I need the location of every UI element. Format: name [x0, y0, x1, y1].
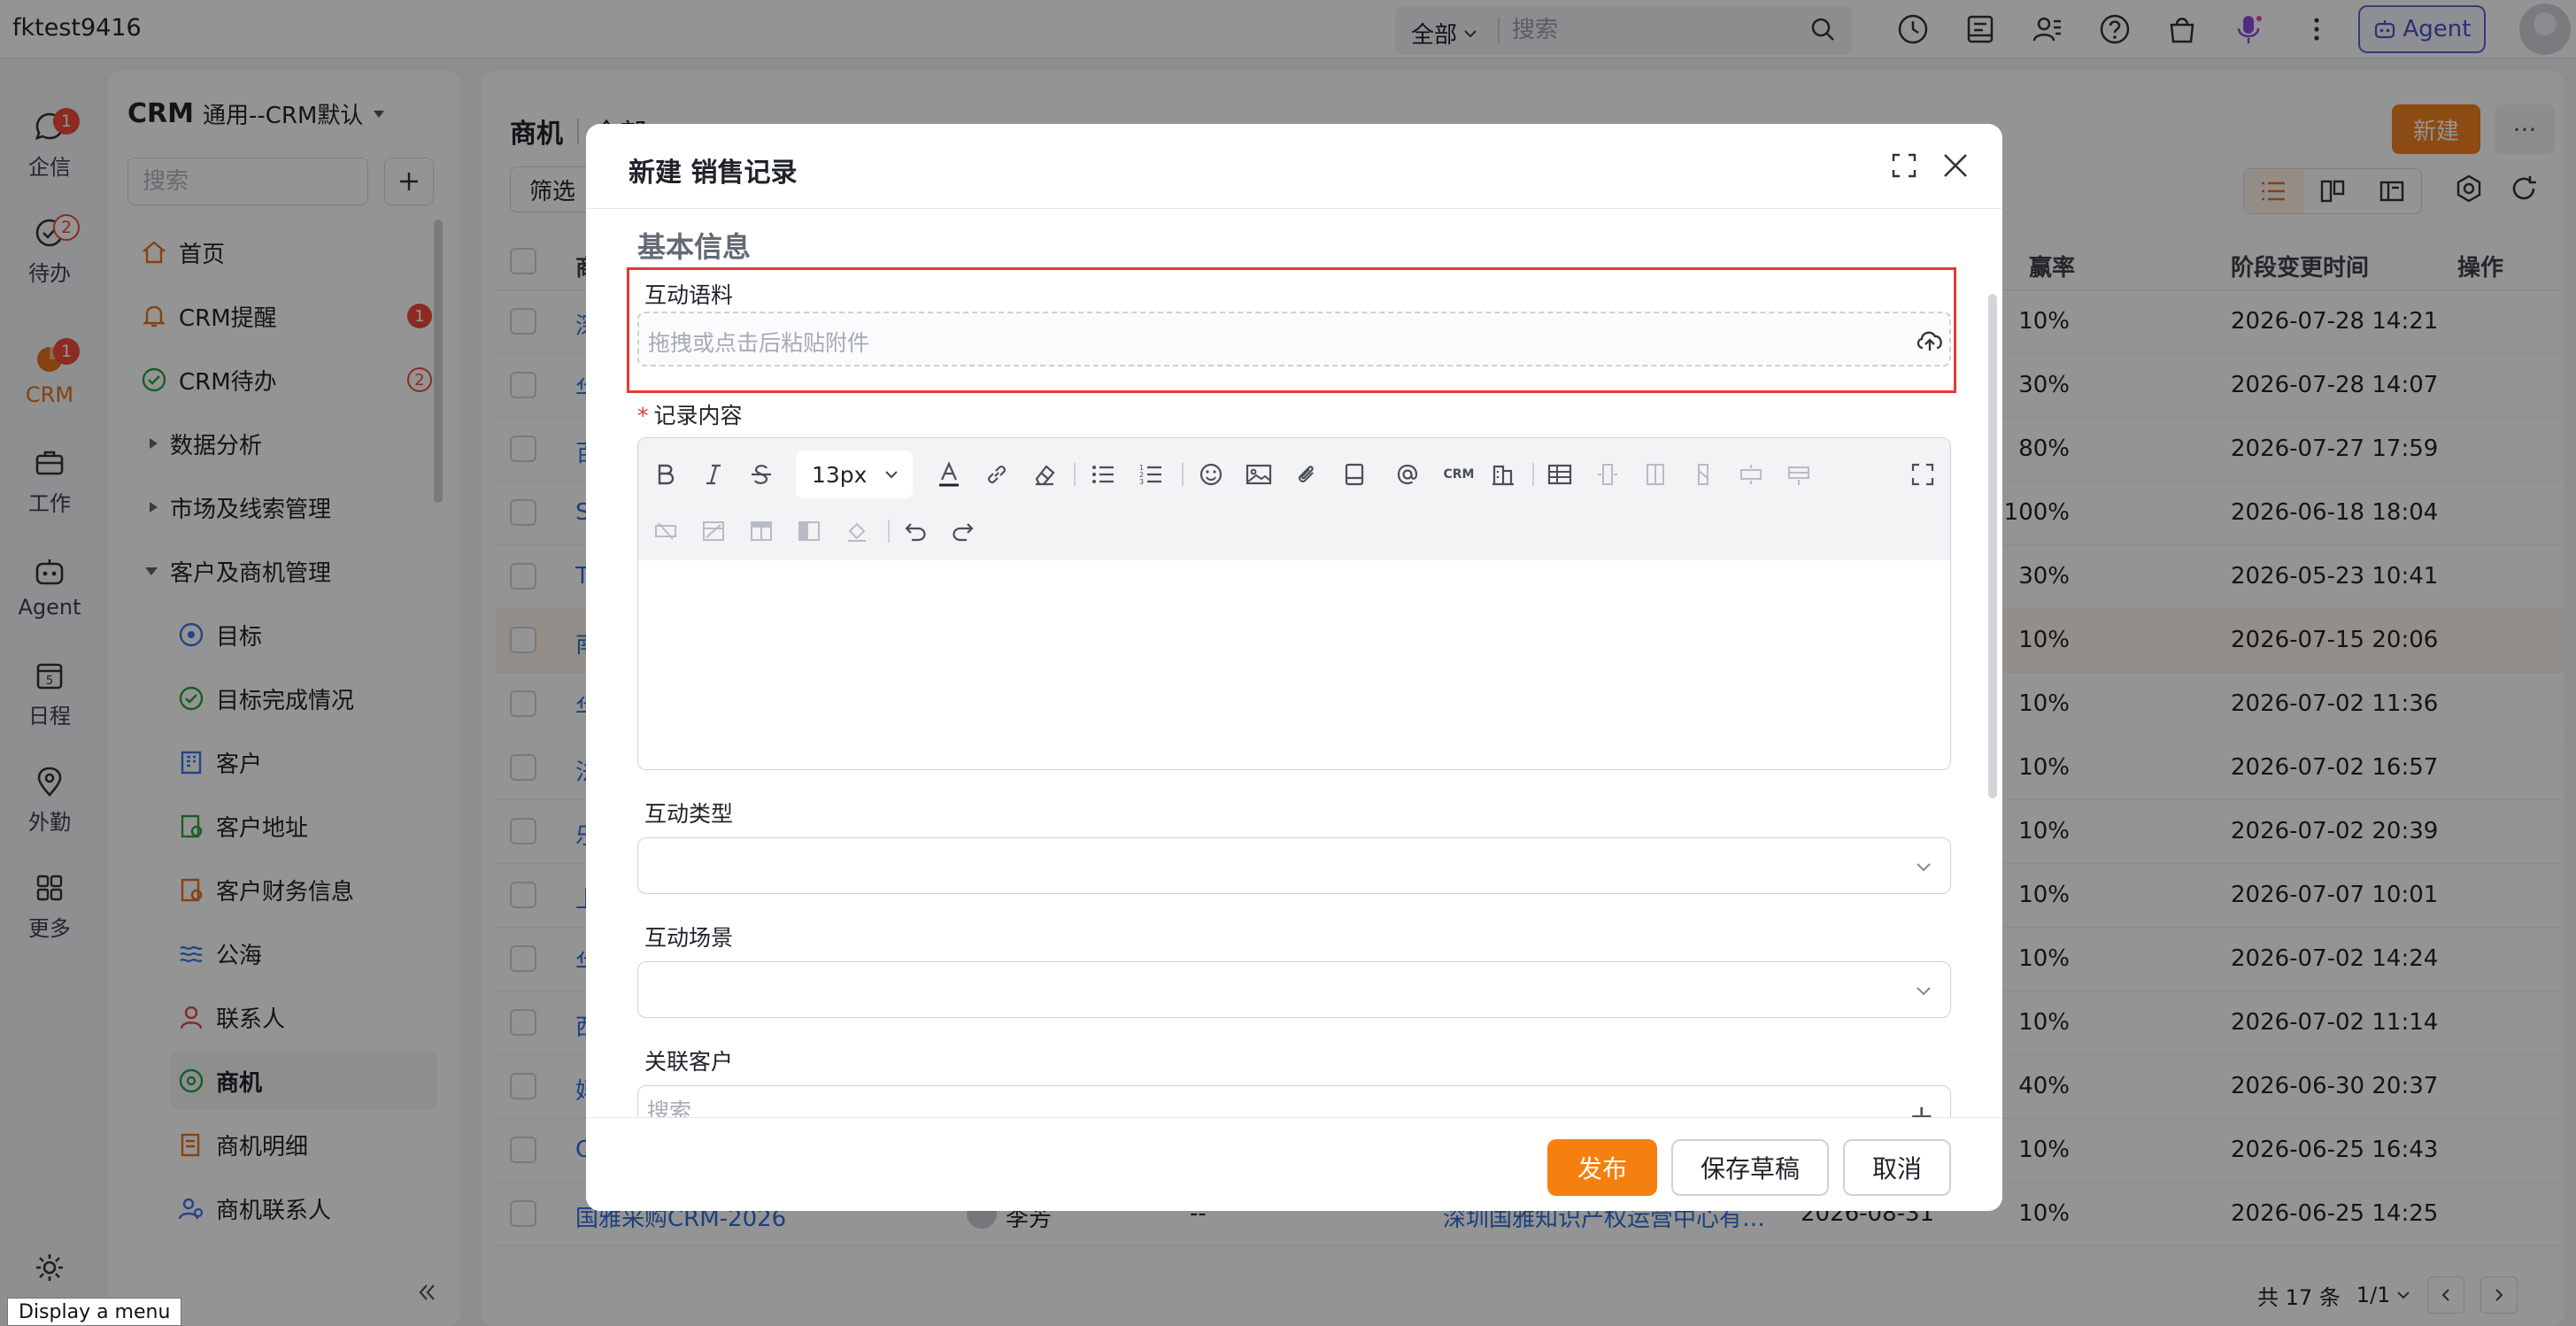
toolbar-divider — [888, 520, 890, 543]
new-sales-record-dialog: 新建 销售记录 基本信息 互动语料 拖拽或点击后粘贴附件 *记录内容 13px — [586, 124, 2002, 1211]
toolbar-divider — [1182, 463, 1184, 486]
related-customer-field: + — [637, 1085, 1951, 1117]
image-icon[interactable] — [1244, 459, 1274, 490]
editor-fullscreen-icon[interactable] — [1908, 459, 1938, 490]
close-icon[interactable] — [1940, 150, 1971, 181]
bullet-list-icon[interactable] — [1088, 459, 1118, 490]
insert-column-right-icon[interactable] — [1640, 459, 1670, 490]
numbered-list-icon[interactable]: 123 — [1136, 459, 1166, 490]
table-icon[interactable] — [1545, 459, 1575, 490]
crm-object-icon[interactable]: CRM — [1440, 459, 1477, 490]
emoji-icon[interactable] — [1196, 459, 1226, 490]
fullscreen-icon[interactable] — [1891, 152, 1917, 179]
record-content-label: * 记录内容 — [637, 403, 743, 428]
drive-icon[interactable] — [1339, 459, 1369, 490]
svg-text:3: 3 — [1139, 478, 1144, 486]
toolbar-divider — [1532, 463, 1534, 486]
delete-row-icon[interactable] — [651, 516, 681, 546]
tooltip: Display a menu — [7, 1298, 182, 1326]
save-draft-button[interactable]: 保存草稿 — [1671, 1139, 1829, 1196]
bold-icon[interactable] — [651, 459, 681, 490]
toolbar-divider — [1074, 463, 1076, 486]
font-color-icon[interactable] — [934, 459, 964, 490]
cloud-upload-icon[interactable] — [1914, 324, 1946, 356]
mention-icon[interactable] — [1392, 459, 1423, 490]
section-title-basic-info: 基本信息 — [637, 230, 752, 264]
plus-icon[interactable]: + — [1909, 1099, 1935, 1117]
dialog-scrollbar[interactable] — [1988, 294, 1997, 798]
redo-icon[interactable] — [948, 516, 978, 546]
merge-cells-icon[interactable] — [794, 516, 824, 546]
cell-fill-icon[interactable] — [842, 516, 872, 546]
cancel-button[interactable]: 取消 — [1843, 1139, 1951, 1196]
undo-icon[interactable] — [900, 516, 930, 546]
attachment-hint: 拖拽或点击后粘贴附件 — [648, 330, 870, 356]
related-customer-input[interactable] — [647, 1099, 1355, 1117]
publish-button[interactable]: 发布 — [1547, 1139, 1657, 1196]
delete-table-icon[interactable] — [698, 516, 729, 546]
eraser-icon[interactable] — [1030, 459, 1060, 490]
font-size-value: 13px — [812, 461, 868, 488]
attachment-label: 互动语料 — [644, 282, 734, 308]
chart-building-icon[interactable] — [1488, 459, 1518, 490]
editor-toolbar: 13px 123 CRM — [638, 438, 1950, 560]
font-size-select[interactable]: 13px — [796, 451, 913, 498]
related-customer-label: 关联客户 — [644, 1049, 734, 1075]
record-content-label-text: 记录内容 — [653, 403, 743, 428]
italic-icon[interactable] — [698, 459, 729, 490]
dialog-body: 基本信息 互动语料 拖拽或点击后粘贴附件 * 记录内容 13px 1 2 3 C… — [586, 209, 2002, 1117]
paperclip-icon[interactable] — [1292, 459, 1322, 490]
interaction-type-select[interactable] — [637, 837, 1951, 894]
insert-column-icon[interactable] — [1593, 459, 1623, 490]
insert-row-icon[interactable] — [1736, 459, 1766, 490]
interaction-type-label: 互动类型 — [644, 801, 734, 827]
attachment-dropzone[interactable]: 拖拽或点击后粘贴附件 — [637, 312, 1951, 366]
chevron-down-icon — [1913, 856, 1934, 877]
chevron-down-icon — [1913, 980, 1934, 1001]
dialog-title: 新建 销售记录 — [629, 158, 798, 189]
chevron-down-icon — [885, 471, 898, 479]
link-icon[interactable] — [982, 459, 1012, 490]
dialog-header: 新建 销售记录 — [586, 124, 2002, 209]
rich-text-editor: 13px 123 CRM — [637, 437, 1951, 770]
insert-row-below-icon[interactable] — [1784, 459, 1814, 490]
strikethrough-icon[interactable] — [746, 459, 776, 490]
interaction-scene-label: 互动场景 — [644, 925, 734, 951]
interaction-scene-select[interactable] — [637, 961, 1951, 1018]
dialog-footer: 发布 保存草稿 取消 — [586, 1117, 2002, 1211]
delete-column-icon[interactable] — [1688, 459, 1718, 490]
table-header-icon[interactable] — [746, 516, 776, 546]
editor-content-area[interactable] — [638, 560, 1950, 769]
